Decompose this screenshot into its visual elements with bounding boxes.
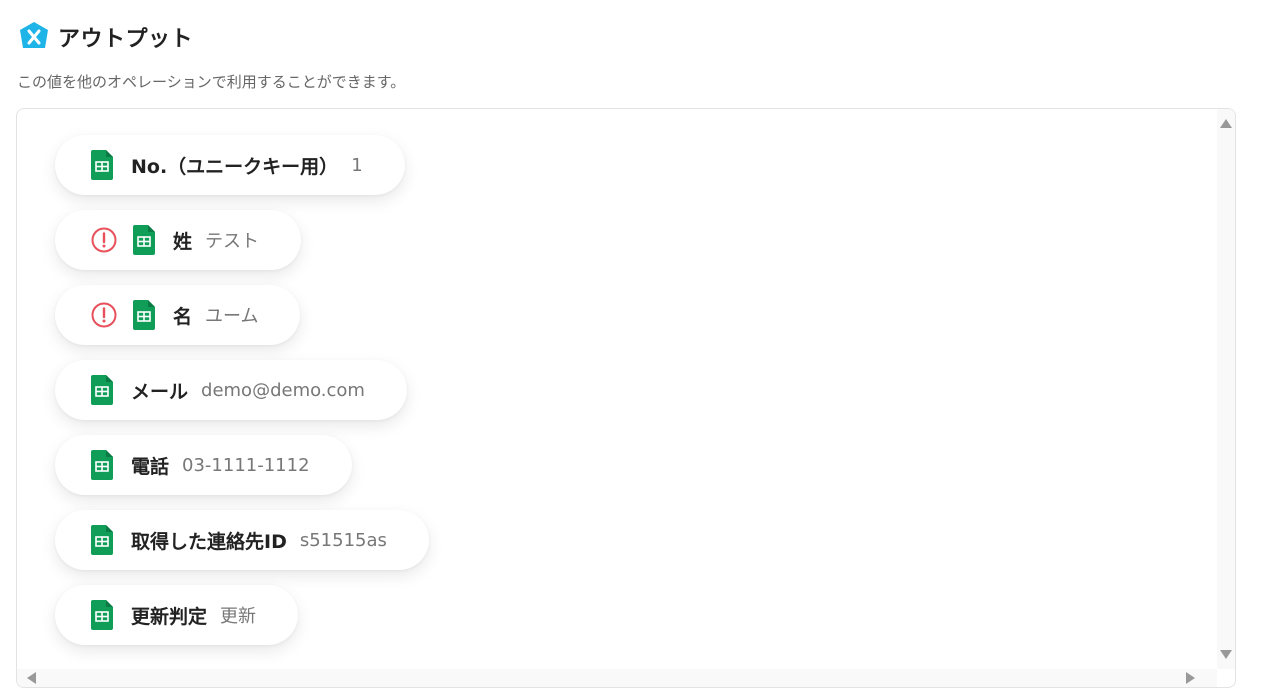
brand-x-icon xyxy=(20,22,48,48)
warning-icon xyxy=(91,302,117,328)
output-items: No.（ユニークキー用） 1 姓 テスト 名 ユーム メール demo@demo… xyxy=(55,135,429,645)
output-header: アウトプット xyxy=(18,20,193,54)
google-sheets-icon xyxy=(91,150,113,180)
page-title: アウトプット xyxy=(58,27,194,52)
output-label: 名 xyxy=(173,305,193,328)
google-sheets-icon xyxy=(133,300,155,330)
output-label: メール xyxy=(131,380,189,403)
output-value: s51515as xyxy=(299,529,387,551)
warning-icon xyxy=(91,227,117,253)
scroll-left-arrow-icon[interactable] xyxy=(27,672,36,684)
output-list-panel: No.（ユニークキー用） 1 姓 テスト 名 ユーム メール demo@demo… xyxy=(16,108,1236,688)
google-sheets-icon xyxy=(91,450,113,480)
output-value: demo@demo.com xyxy=(201,379,365,401)
google-sheets-icon xyxy=(91,600,113,630)
scroll-down-arrow-icon[interactable] xyxy=(1220,650,1232,659)
output-value: 03-1111-1112 xyxy=(182,454,310,476)
output-item-last-name[interactable]: 姓 テスト xyxy=(55,210,302,270)
vertical-scrollbar[interactable] xyxy=(1217,109,1235,669)
output-item-no[interactable]: No.（ユニークキー用） 1 xyxy=(55,135,405,195)
output-item-email[interactable]: メール demo@demo.com xyxy=(55,360,407,420)
output-value: 更新 xyxy=(220,606,257,627)
scroll-right-arrow-icon[interactable] xyxy=(1186,672,1195,684)
output-label: No.（ユニークキー用） xyxy=(131,155,339,178)
output-label: 更新判定 xyxy=(131,605,208,628)
output-value: 1 xyxy=(351,154,363,176)
google-sheets-icon xyxy=(91,375,113,405)
output-item-update-flag[interactable]: 更新判定 更新 xyxy=(55,585,299,645)
output-label: 電話 xyxy=(131,455,170,478)
output-item-contact-id[interactable]: 取得した連絡先ID s51515as xyxy=(55,510,429,570)
scroll-up-arrow-icon[interactable] xyxy=(1220,119,1232,128)
google-sheets-icon xyxy=(91,525,113,555)
output-description: この値を他のオペレーションで利用することができます。 xyxy=(17,73,406,91)
output-value: ユーム xyxy=(205,306,259,327)
google-sheets-icon xyxy=(133,225,155,255)
output-label: 取得した連絡先ID xyxy=(131,530,287,553)
horizontal-scrollbar[interactable] xyxy=(17,669,1217,687)
output-item-first-name[interactable]: 名 ユーム xyxy=(55,285,301,345)
output-item-phone[interactable]: 電話 03-1111-1112 xyxy=(55,435,352,495)
output-label: 姓 xyxy=(173,230,193,253)
output-value: テスト xyxy=(205,231,260,252)
